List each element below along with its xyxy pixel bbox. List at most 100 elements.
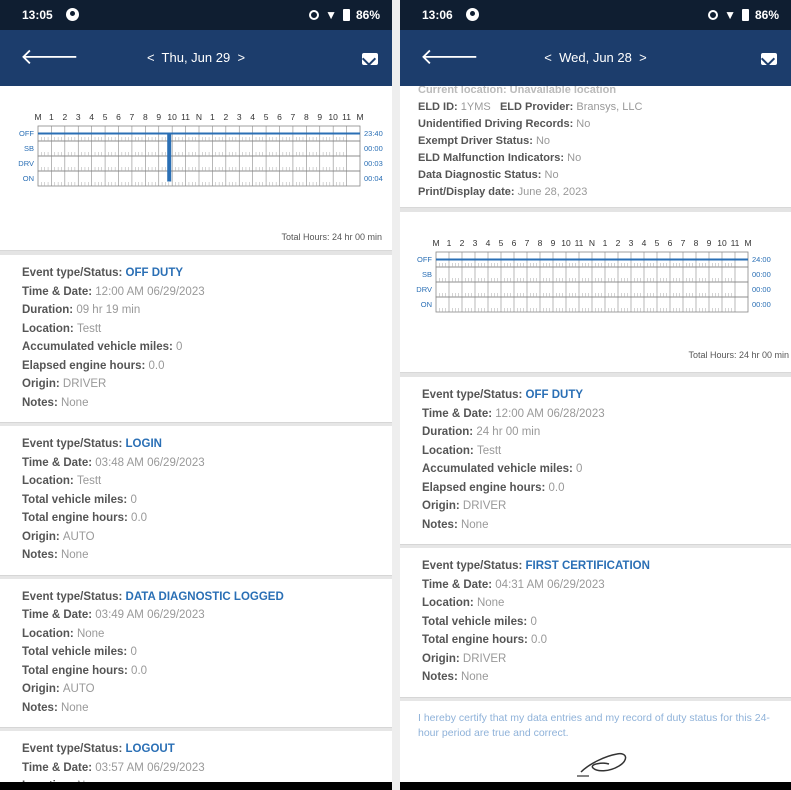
mail-icon[interactable] xyxy=(761,53,777,65)
field-label: Time & Date: xyxy=(22,456,96,469)
row-total: 00:04 xyxy=(364,174,383,183)
event-field: Total vehicle miles: 0 xyxy=(22,643,392,662)
info-line: Data Diagnostic Status: No xyxy=(418,167,791,184)
field-label: Notes: xyxy=(22,701,61,714)
hour-label: 4 xyxy=(89,112,94,122)
left-screen: 13:05 ▼ 86% 🡐 < Thu, Jun 29 > M123456789… xyxy=(0,0,392,790)
field-value: DRIVER xyxy=(462,500,507,512)
app-notification-icon xyxy=(66,8,79,21)
prev-day-button[interactable]: < xyxy=(147,50,155,65)
field-value: None xyxy=(76,627,105,640)
battery-percent: 86% xyxy=(754,8,779,22)
battery-icon xyxy=(342,9,350,21)
hour-label: 10 xyxy=(328,112,338,122)
current-date: Wed, Jun 28 xyxy=(559,50,632,65)
info-value: No xyxy=(567,152,582,164)
field-value: None xyxy=(60,396,89,409)
field-value: 0.0 xyxy=(148,359,165,372)
row-label: DRV xyxy=(416,285,432,294)
hour-label: 1 xyxy=(49,112,54,122)
field-label: Accumulated vehicle miles: xyxy=(422,463,577,475)
current-date: Thu, Jun 29 xyxy=(161,50,231,65)
hour-label: 2 xyxy=(62,112,67,122)
info-value: No xyxy=(576,118,591,130)
event-field: Time & Date: 03:49 AM 06/29/2023 xyxy=(22,606,392,625)
info-label: Print/Display date: xyxy=(418,186,518,198)
field-value: DRIVER xyxy=(462,652,507,665)
field-value: 04:31 AM 06/29/2023 xyxy=(495,578,605,591)
event-field: Time & Date: 12:00 AM 06/29/2023 xyxy=(22,283,392,302)
event-field: Elapsed engine hours: 0.0 xyxy=(422,479,791,498)
event-field: Duration: 09 hr 19 min xyxy=(22,301,392,320)
field-label: Origin: xyxy=(22,530,63,543)
mail-icon[interactable] xyxy=(362,53,378,65)
event-field: Total engine hours: 0.0 xyxy=(22,662,392,681)
event-field: Event type/Status: LOGOUT xyxy=(22,740,392,759)
event-field: Elapsed engine hours: 0.0 xyxy=(22,357,392,376)
field-value: 12:00 AM 06/28/2023 xyxy=(495,407,605,420)
hour-label: 3 xyxy=(237,112,242,122)
duty-status-graph: M 1 2 3 4 5 6 7 8 9 10 11 N 1 2 3 4 5 6 7 8 9 10 11 M OFF 24:00 SB 0… xyxy=(400,212,791,352)
field-label: Origin: xyxy=(422,500,463,512)
hour-label: 9 xyxy=(317,112,322,122)
event-field: Location: Testt xyxy=(422,442,791,461)
hour-label: 7 xyxy=(525,238,530,248)
field-label: Duration: xyxy=(22,304,77,316)
field-label: Notes: xyxy=(422,518,461,531)
event-status: FIRST CERTIFICATION xyxy=(525,560,650,572)
hour-label: 2 xyxy=(460,238,465,248)
field-label: Notes: xyxy=(422,671,461,683)
current-location-partial: Current location: Unavailable location xyxy=(418,86,617,96)
field-label: Elapsed engine hours: xyxy=(422,481,549,494)
hour-label: 3 xyxy=(629,238,634,248)
event-status: OFF DUTY xyxy=(525,389,584,401)
event-status: LOGIN xyxy=(125,438,162,450)
next-day-button[interactable]: > xyxy=(639,50,647,65)
hour-label: 4 xyxy=(642,238,647,248)
eld-id-label: ELD ID: xyxy=(418,101,458,113)
event-field: Total engine hours: 0.0 xyxy=(22,509,392,528)
field-value: 03:49 AM 06/29/2023 xyxy=(95,609,205,621)
event-field: Notes: None xyxy=(422,516,791,535)
row-total: 00:03 xyxy=(364,159,383,168)
field-label: Location: xyxy=(422,597,477,609)
sync-icon xyxy=(708,10,719,20)
hour-label: N xyxy=(589,238,595,248)
hour-label: 7 xyxy=(291,112,296,122)
hour-label: M xyxy=(356,112,363,122)
eld-id-value: 1YMS xyxy=(460,101,491,113)
field-label: Event type/Status: xyxy=(422,389,526,401)
row-label: OFF xyxy=(417,255,432,264)
info-line: ELD Malfunction Indicators: No xyxy=(418,150,791,167)
event-field: Event type/Status: DATA DIAGNOSTIC LOGGE… xyxy=(22,588,392,607)
field-value: 0.0 xyxy=(131,664,148,677)
field-value: None xyxy=(460,671,489,683)
field-value: None xyxy=(60,701,89,714)
hour-label: 10 xyxy=(167,112,177,122)
field-label: Total vehicle miles: xyxy=(22,646,131,658)
event-status: LOGOUT xyxy=(125,743,175,755)
event-field: Origin: DRIVER xyxy=(22,375,392,394)
hour-label: 8 xyxy=(538,238,543,248)
hour-label: 10 xyxy=(717,238,727,248)
next-day-button[interactable]: > xyxy=(237,50,245,65)
status-bar: 13:06 ▼ 86% xyxy=(400,0,791,30)
field-value: 0 xyxy=(530,615,537,628)
field-label: Location: xyxy=(22,322,77,335)
hour-label: M xyxy=(34,112,41,122)
hour-label: 1 xyxy=(603,238,608,248)
hour-label: 11 xyxy=(731,238,740,248)
field-label: Total engine hours: xyxy=(22,664,132,677)
row-label: SB xyxy=(422,270,432,279)
field-label: Event type/Status: xyxy=(22,743,126,755)
field-label: Elapsed engine hours: xyxy=(22,359,149,372)
eld-provider-label: ELD Provider: xyxy=(499,101,574,113)
field-label: Location: xyxy=(422,444,477,457)
event-field: Event type/Status: OFF DUTY xyxy=(422,386,791,405)
prev-day-button[interactable]: < xyxy=(544,50,552,65)
hour-label: 8 xyxy=(694,238,699,248)
row-total: 00:00 xyxy=(752,270,771,279)
duty-status-graph: M 1 2 3 4 5 6 7 8 9 10 11 N 1 2 3 4 5 6 7 8 9 10 11 M OFF 23:40 SB 0… xyxy=(0,86,392,236)
event-field: Notes: None xyxy=(22,546,392,565)
log-content: M 1 2 3 4 5 6 7 8 9 10 11 N 1 2 3 4 5 6 7 8 9 10 11 M OFF 23:40 SB 0… xyxy=(0,86,392,790)
